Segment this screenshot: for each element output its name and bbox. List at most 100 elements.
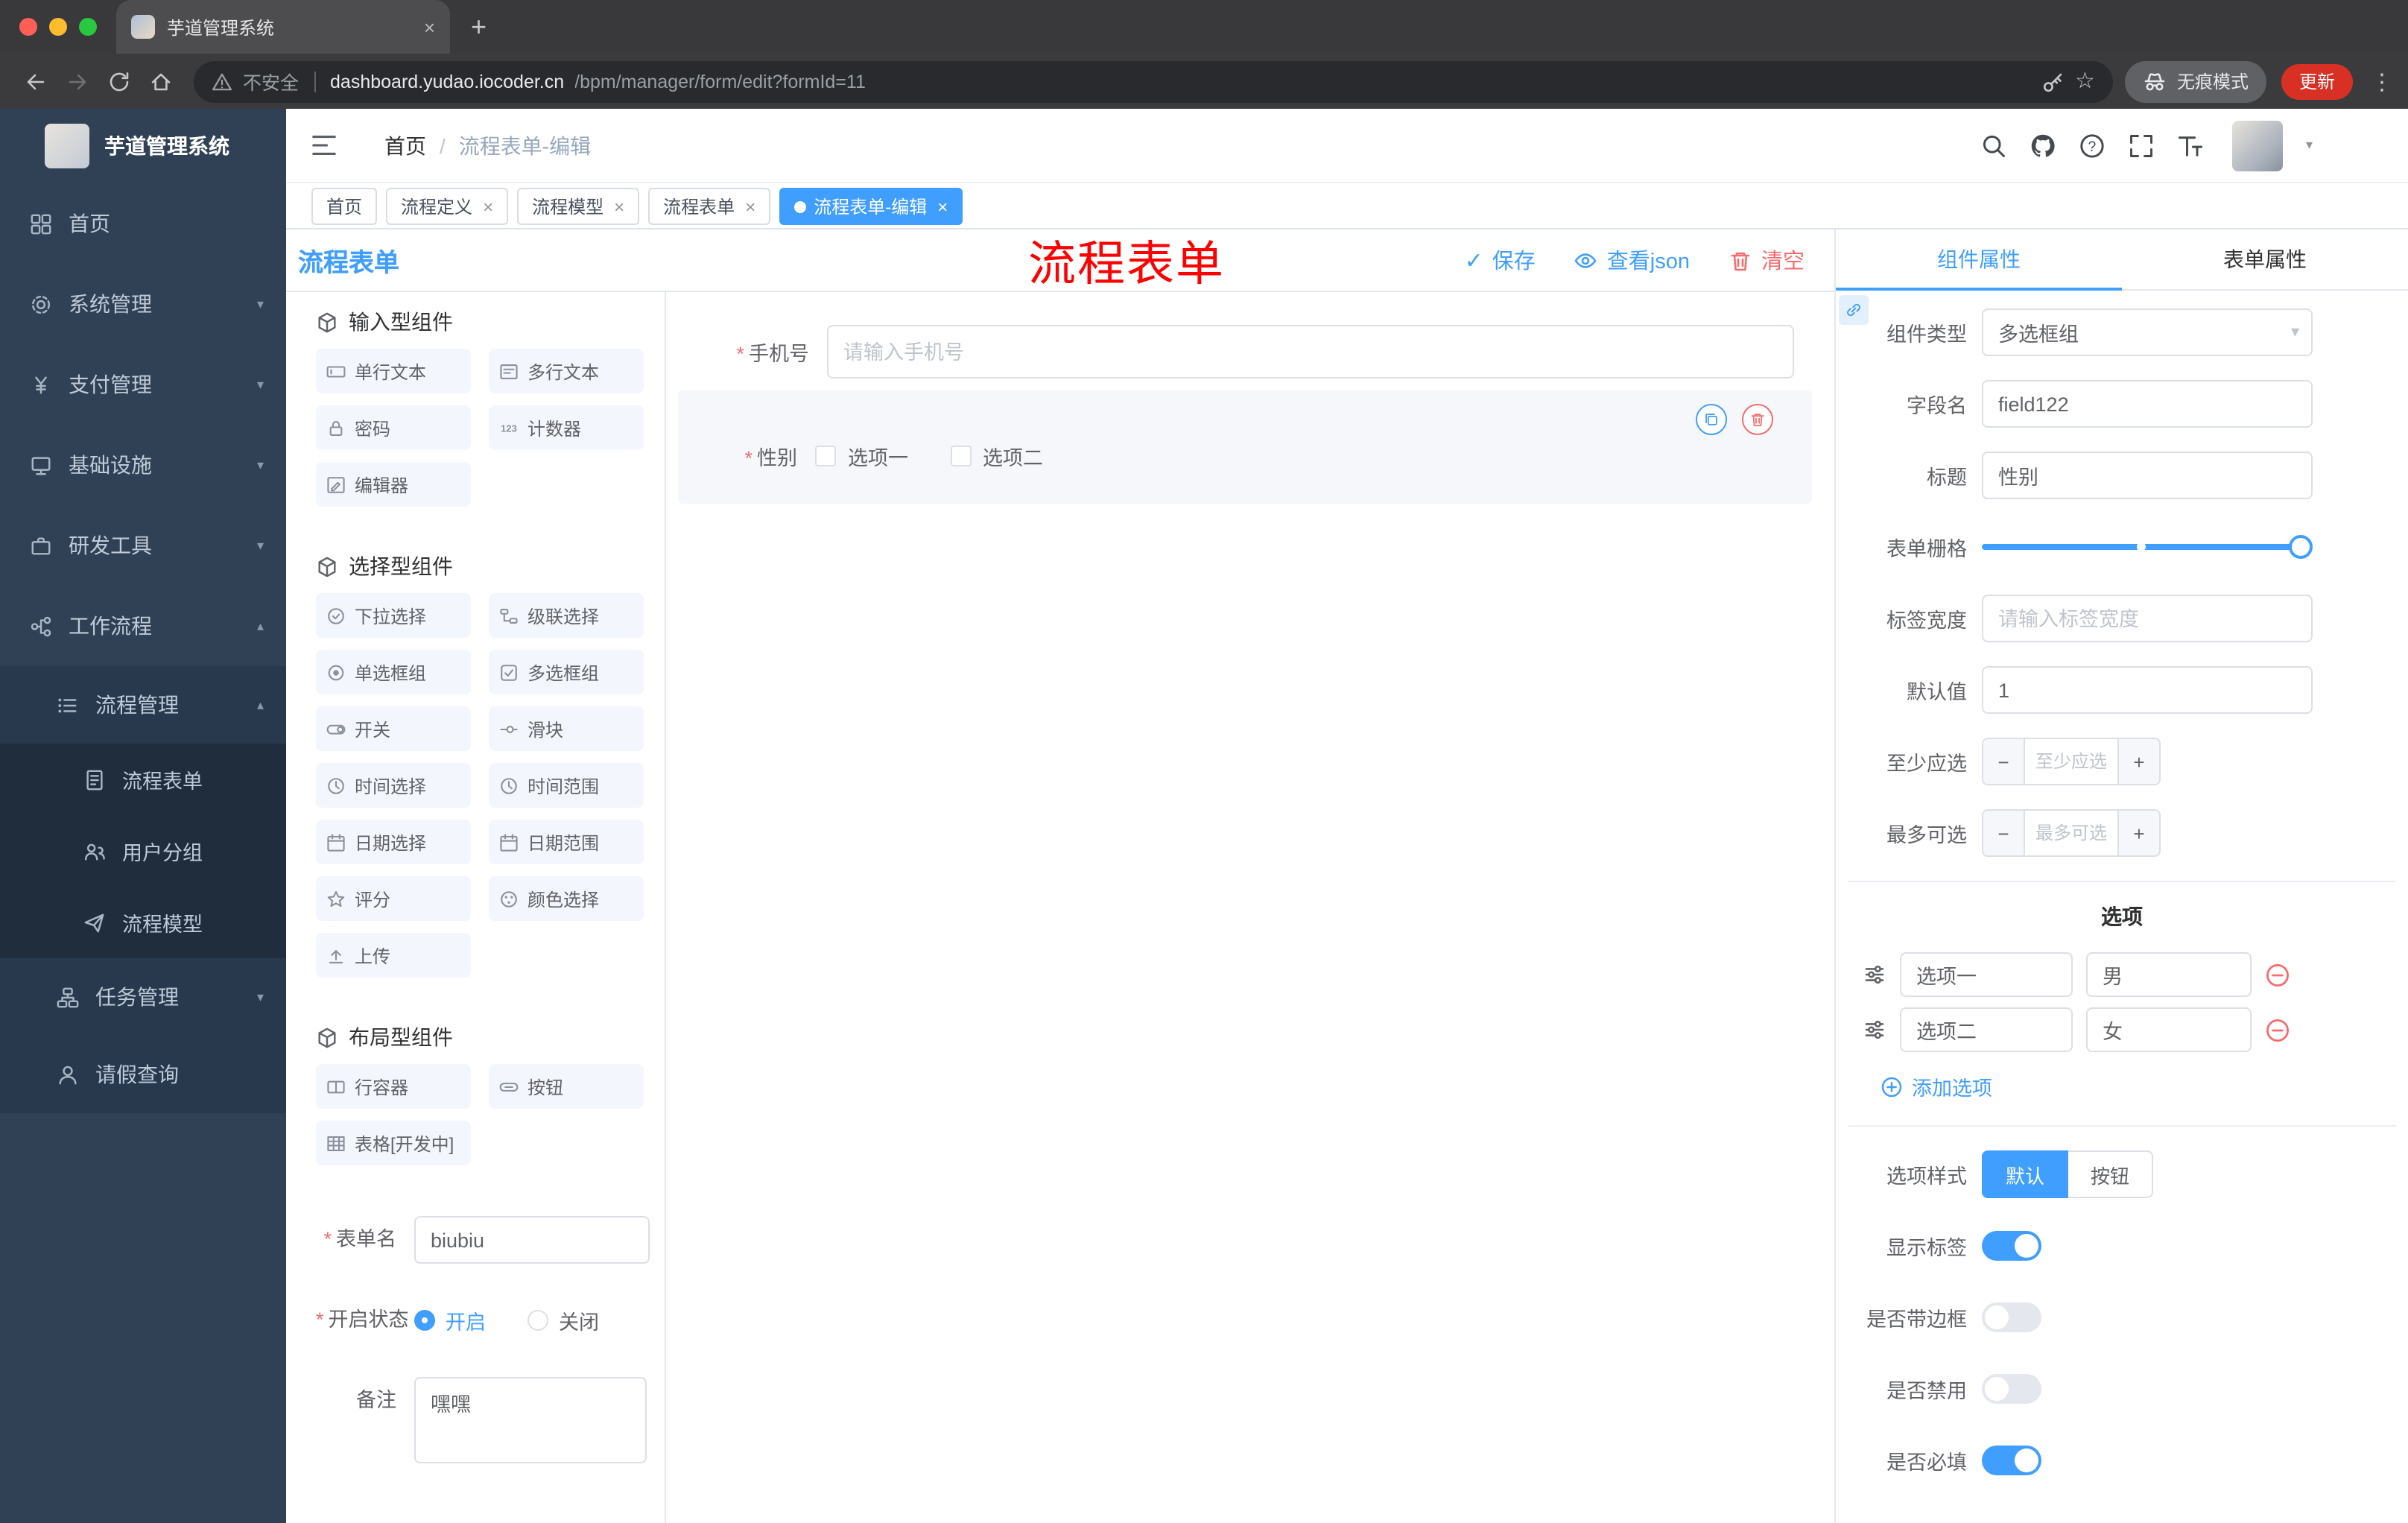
avatar[interactable] [2232,120,2284,171]
checkbox[interactable] [950,446,971,466]
sidebar-item-task-management[interactable]: 任务管理 ▾ [0,958,286,1036]
tab-component-props[interactable]: 组件属性 [1836,229,2122,289]
bookmark-star-icon[interactable]: ☆ [2075,70,2095,92]
canvas-field-gender-selected[interactable]: * 性别 选项一 选项二 [678,390,1812,504]
tab-form-props[interactable]: 表单属性 [2122,229,2408,289]
option-label-input[interactable] [1900,952,2073,997]
disabled-toggle[interactable] [1982,1374,2041,1404]
reload-button[interactable] [98,60,140,102]
max-select-input[interactable] [2025,811,2117,855]
phone-input[interactable] [827,325,1794,379]
palette-item-cascader[interactable]: 级联选择 [489,593,644,638]
palette-item-color-picker[interactable]: 颜色选择 [489,876,644,921]
style-default-button[interactable]: 默认 [1982,1150,2069,1198]
palette-item-time-picker[interactable]: 时间选择 [316,763,471,808]
search-icon[interactable] [1981,132,2008,159]
close-window-button[interactable] [19,18,37,36]
palette-item-radio-group[interactable]: 单选框组 [316,650,471,694]
sidebar-item-process-management[interactable]: 流程管理 ▴ [0,666,286,744]
decrease-button[interactable]: − [1983,739,2025,784]
sidebar-item-process-model[interactable]: 流程模型 [0,887,286,958]
palette-item-multi-line-text[interactable]: 多行文本 [489,349,644,393]
option-value-input[interactable] [2086,1007,2252,1052]
style-button-button[interactable]: 按钮 [2068,1150,2154,1198]
back-button[interactable] [15,60,57,102]
component-type-value[interactable] [1982,308,2313,356]
remove-option-icon[interactable] [2265,962,2290,987]
show-label-toggle[interactable] [1982,1231,2041,1261]
sidebar-item-devtools[interactable]: 研发工具 ▾ [0,505,286,586]
palette-item-date-range[interactable]: 日期范围 [489,820,644,864]
component-type-select[interactable]: ▾ [1982,308,2313,356]
status-off-radio[interactable]: 关闭 [527,1305,599,1335]
github-icon[interactable] [2030,132,2057,159]
palette-item-upload[interactable]: 上传 [316,933,471,978]
slider-handle[interactable] [2289,535,2313,559]
grid-slider[interactable] [1982,523,2313,571]
update-button[interactable]: 更新 [2281,63,2353,99]
default-value-input[interactable] [1982,666,2313,714]
minimize-window-button[interactable] [49,18,67,36]
address-bar[interactable]: 不安全 dashboard.yudao.iocoder.cn /bpm/mana… [194,60,2113,102]
page-tab-process-form-edit[interactable]: 流程表单-编辑 × [779,188,963,225]
close-icon[interactable]: × [483,196,493,217]
canvas-field-phone[interactable]: * 手机号 [678,325,1794,379]
new-tab-button[interactable]: + [471,11,487,42]
maximize-window-button[interactable] [79,18,97,36]
security-label[interactable]: 不安全 [243,67,299,95]
palette-item-time-range[interactable]: 时间范围 [489,763,644,808]
palette-item-checkbox-group[interactable]: 多选框组 [489,650,644,694]
add-option-button[interactable]: 添加选项 [1881,1071,2408,1101]
palette-item-slider[interactable]: 滑块 [489,706,644,751]
browser-menu-icon[interactable]: ⋮ [2371,68,2393,95]
close-icon[interactable]: × [745,196,755,217]
user-menu-caret-icon[interactable]: ▾ [2306,137,2313,153]
checkbox[interactable] [815,446,836,466]
palette-item-date-picker[interactable]: 日期选择 [316,820,471,864]
palette-item-row-container[interactable]: 行容器 [316,1064,471,1109]
home-button[interactable] [140,60,182,102]
status-on-radio[interactable]: 开启 [414,1305,486,1335]
palette-item-table[interactable]: 表格[开发中] [316,1121,471,1165]
sidebar-item-payment[interactable]: 支付管理 ▾ [0,344,286,425]
form-name-input[interactable] [414,1216,650,1264]
increase-button[interactable]: + [2117,811,2159,855]
close-icon[interactable]: × [614,196,624,217]
close-icon[interactable]: × [937,196,948,217]
decrease-button[interactable]: − [1983,811,2025,855]
palette-item-password[interactable]: 密码 [316,405,471,450]
sidebar-item-infrastructure[interactable]: 基础设施 ▾ [0,425,286,505]
view-json-button[interactable]: 查看json [1574,244,1690,276]
forward-button[interactable] [57,60,98,102]
sidebar-collapse-icon[interactable] [310,131,338,159]
palette-item-editor[interactable]: 编辑器 [316,462,471,507]
palette-item-dropdown[interactable]: 下拉选择 [316,593,471,638]
breadcrumb-home[interactable]: 首页 [384,130,426,160]
palette-item-rate[interactable]: 评分 [316,876,471,921]
browser-tab[interactable]: 芋道管理系统 × [116,0,450,54]
label-width-input[interactable] [1982,595,2313,642]
min-select-input[interactable] [2025,739,2117,784]
page-tab-process-definition[interactable]: 流程定义 × [386,188,509,225]
sidebar-item-workflow[interactable]: 工作流程 ▴ [0,586,286,666]
palette-item-counter[interactable]: 计数器 [489,405,644,450]
gender-option-1[interactable]: 选项一 [815,441,908,471]
page-tab-process-model[interactable]: 流程模型 × [517,188,640,225]
tab-close-icon[interactable]: × [424,16,435,38]
title-input[interactable] [1982,452,2313,499]
palette-item-switch[interactable]: 开关 [316,706,471,751]
field-name-input[interactable] [1982,380,2313,428]
page-tab-home[interactable]: 首页 [311,188,378,225]
save-button[interactable]: ✓ 保存 [1465,244,1536,276]
option-value-input[interactable] [2086,952,2252,997]
form-remark-textarea[interactable]: 嘿嘿 [414,1377,647,1463]
increase-button[interactable]: + [2117,739,2159,784]
drag-handle-icon[interactable] [1863,963,1886,987]
border-toggle[interactable] [1982,1302,2041,1332]
password-key-icon[interactable] [2041,69,2065,93]
gender-option-2[interactable]: 选项二 [950,441,1043,471]
drag-handle-icon[interactable] [1863,1018,1886,1042]
sidebar-item-system[interactable]: 系统管理 ▾ [0,264,286,344]
remove-option-icon[interactable] [2265,1017,2290,1042]
font-size-icon[interactable] [2178,132,2205,159]
